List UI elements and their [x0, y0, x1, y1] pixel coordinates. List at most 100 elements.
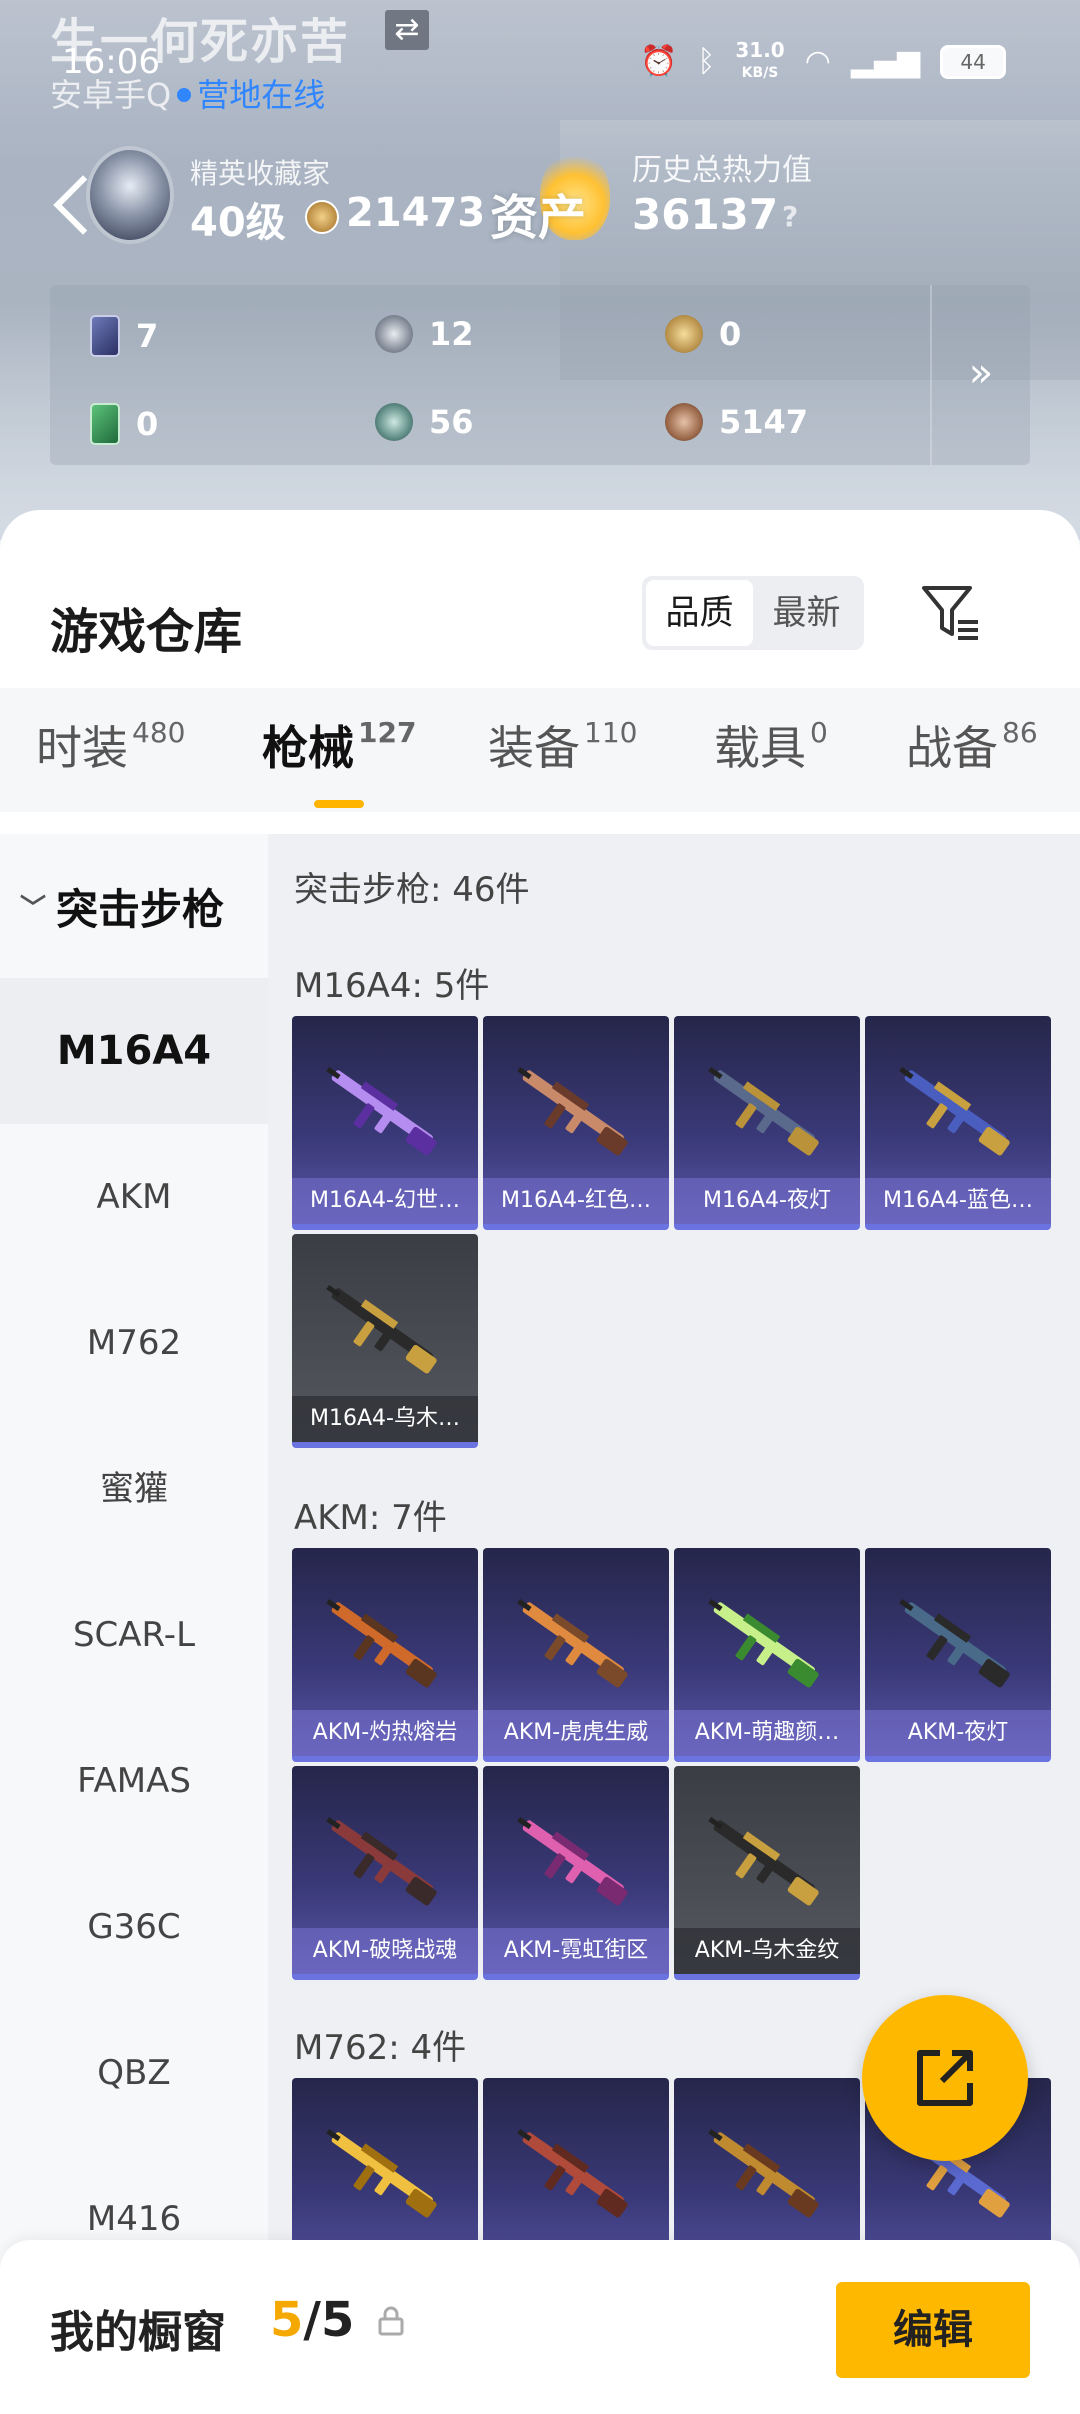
weapon-tile-label: M16A4-乌木… — [292, 1396, 478, 1442]
sidebar-category[interactable]: ﹀ 突击步枪 — [0, 834, 268, 978]
weapon-tile[interactable]: AKM-破晓战魂 — [292, 1766, 478, 1980]
sidebar-item-famas[interactable]: FAMAS — [0, 1708, 268, 1854]
rifle-icon — [326, 1066, 437, 1156]
teal-medal-icon — [375, 403, 413, 441]
rank-level: 40级 — [190, 200, 286, 246]
rifle-icon — [899, 1066, 1010, 1156]
section-title: 突击步枪: 46件 — [294, 870, 530, 910]
heat-value: 36137 — [632, 190, 779, 239]
weapon-tile[interactable]: M16A4-夜灯 — [674, 1016, 860, 1230]
group-title: M16A4: 5件 — [294, 966, 490, 1006]
tab-fashion[interactable]: 时装 480 — [36, 712, 185, 778]
weapon-tile[interactable]: AKM-萌趣颜… — [674, 1548, 860, 1762]
group-title: M762: 4件 — [294, 2028, 467, 2068]
online-dot-icon — [177, 88, 192, 102]
weapon-sidebar: ﹀ 突击步枪 M16A4 AKM M762 蜜獾 SCAR-L FAMAS G3… — [0, 834, 268, 2414]
wifi-icon: ◠ — [804, 44, 831, 79]
group-title: AKM: 7件 — [294, 1498, 447, 1538]
rifle-icon — [326, 1598, 437, 1688]
weapon-tile-label: AKM-破晓战魂 — [292, 1928, 478, 1974]
weapon-tile[interactable]: M16A4-幻世… — [292, 1016, 478, 1230]
panel-title: 游戏仓库 — [50, 604, 243, 660]
stat-item: 5147 — [665, 403, 808, 441]
sidebar-item-m762[interactable]: M762 — [0, 1270, 268, 1416]
sidebar-item-scar-l[interactable]: SCAR-L — [0, 1562, 268, 1708]
stat-value: 5147 — [719, 403, 809, 441]
weapon-tile[interactable]: M16A4-蓝色… — [865, 1016, 1051, 1230]
weapon-tile[interactable]: M16A4-乌木… — [292, 1234, 478, 1448]
sidebar-item-honey-badger[interactable]: 蜜獾 — [0, 1416, 268, 1562]
coin-value: 21473 — [346, 190, 486, 236]
tab-guns[interactable]: 枪械 127 — [262, 712, 416, 778]
weapon-tile-label: AKM-灼热熔岩 — [292, 1710, 478, 1756]
silver-medal-icon — [375, 315, 413, 353]
showcase-bar: 我的橱窗 5/5 编辑 — [0, 2240, 1080, 2414]
coin-icon — [305, 200, 339, 234]
online-status: 营地在线 — [197, 76, 326, 114]
tab-vehicles[interactable]: 载具 0 — [714, 712, 828, 778]
weapon-tile-label: AKM-夜灯 — [865, 1710, 1051, 1756]
showcase-count: 5/5 — [270, 2292, 355, 2348]
weapon-tile-label: AKM-乌木金纹 — [674, 1928, 860, 1974]
rifle-icon — [326, 1816, 437, 1906]
weapon-tile[interactable]: AKM-乌木金纹 — [674, 1766, 860, 1980]
weapon-tile-label: M16A4-夜灯 — [674, 1178, 860, 1224]
stat-item: 7 — [90, 315, 158, 357]
sidebar-item-m16a4[interactable]: M16A4 — [0, 978, 268, 1124]
rifle-icon — [517, 1066, 628, 1156]
stat-item: 56 — [375, 403, 474, 441]
weapon-tile-label: M16A4-蓝色… — [865, 1178, 1051, 1224]
rifle-icon — [899, 1598, 1010, 1688]
status-bar-icons: ⏰ ᛒ 31.0 KB/S ◠ ▂▄▆ 44 — [640, 38, 1007, 83]
profile-header: 生一何死亦苦 ⇄ 16:06 安卓手Q 营地在线 ⏰ ᛒ 31.0 KB/S ◠ ▂… — [0, 0, 1080, 540]
rifle-icon — [517, 1598, 628, 1688]
sort-newest-button[interactable]: 最新 — [753, 580, 860, 646]
rifle-icon — [517, 1816, 628, 1906]
rifle-icon — [708, 2128, 819, 2218]
rank-title: 精英收藏家 — [190, 157, 331, 190]
weapon-tile[interactable]: AKM-霓虹街区 — [483, 1766, 669, 1980]
rifle-icon — [326, 2128, 437, 2218]
weapon-tile[interactable]: M16A4-红色… — [483, 1016, 669, 1230]
bronze-medal-icon — [665, 403, 703, 441]
stats-box[interactable]: 7 12 0 0 56 5147 » — [50, 285, 1030, 465]
sidebar-item-qbz[interactable]: QBZ — [0, 2000, 268, 2146]
gold-medal-icon — [665, 315, 703, 353]
stat-value: 12 — [429, 315, 474, 353]
weapon-tile[interactable]: AKM-夜灯 — [865, 1548, 1051, 1762]
sidebar-item-akm[interactable]: AKM — [0, 1124, 268, 1270]
card-blue-icon — [90, 315, 120, 357]
tab-supplies[interactable]: 战备 86 — [906, 712, 1038, 778]
switch-account-icon[interactable]: ⇄ — [385, 10, 429, 50]
rifle-icon — [708, 1598, 819, 1688]
signal-icon: ▂▄▆ — [850, 44, 921, 79]
stat-value: 0 — [136, 405, 159, 443]
weapon-tile[interactable]: AKM-灼热熔岩 — [292, 1548, 478, 1762]
network-speed: 31.0 KB/S — [735, 38, 785, 81]
weapon-tile-label: AKM-霓虹街区 — [483, 1928, 669, 1974]
share-button[interactable] — [862, 1995, 1028, 2161]
weapon-tile-label: M16A4-红色… — [483, 1178, 669, 1224]
sort-toggle: 品质 最新 — [642, 576, 864, 650]
weapon-grid: 突击步枪: 46件 M16A4: 5件 M16A4-幻世… M16A4-红色… M1… — [268, 834, 1080, 2414]
filter-icon[interactable] — [920, 582, 982, 644]
active-tab-indicator — [314, 800, 364, 808]
weapon-tile-label: AKM-虎虎生威 — [483, 1710, 669, 1756]
weapon-tile-label: AKM-萌趣颜… — [674, 1710, 860, 1756]
sort-quality-button[interactable]: 品质 — [646, 580, 753, 646]
stat-value: 56 — [429, 403, 474, 441]
help-icon[interactable]: ? — [782, 200, 798, 233]
rank-badge-icon — [90, 150, 170, 240]
tab-equipment[interactable]: 装备 110 — [488, 712, 637, 778]
stats-expand-icon[interactable]: » — [930, 285, 1030, 465]
stat-item: 12 — [375, 315, 474, 353]
weapon-tile[interactable]: AKM-虎虎生威 — [483, 1548, 669, 1762]
weapon-tile-label: M16A4-幻世… — [292, 1178, 478, 1224]
edit-button[interactable]: 编辑 — [836, 2282, 1030, 2378]
rifle-icon — [708, 1066, 819, 1156]
sidebar-item-g36c[interactable]: G36C — [0, 1854, 268, 2000]
category-tabs: 时装 480 枪械 127 装备 110 载具 0 战备 86 — [0, 688, 1080, 812]
rifle-icon — [326, 1284, 437, 1374]
share-icon — [917, 2050, 973, 2106]
rifle-icon — [708, 1816, 819, 1906]
